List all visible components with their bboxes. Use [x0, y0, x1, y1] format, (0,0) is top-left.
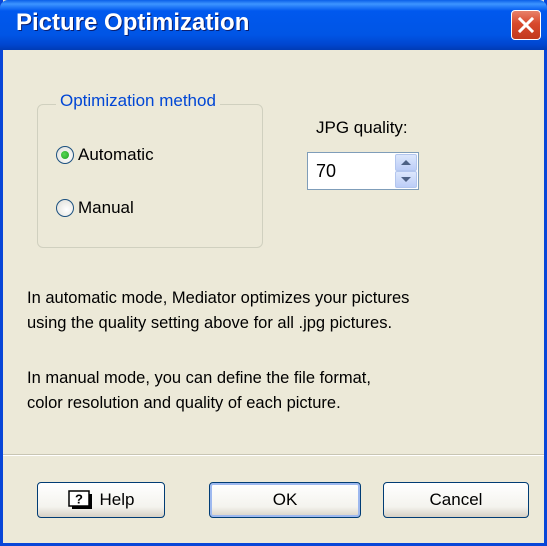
close-icon — [517, 16, 535, 34]
radio-automatic[interactable]: Automatic — [56, 145, 154, 165]
separator — [3, 454, 544, 456]
ok-button[interactable]: OK — [209, 482, 361, 518]
radio-manual-indicator[interactable] — [56, 199, 74, 217]
radio-manual-label[interactable]: Manual — [78, 198, 134, 218]
radio-automatic-label[interactable]: Automatic — [78, 145, 154, 165]
spin-down-button[interactable] — [395, 171, 417, 188]
radio-manual[interactable]: Manual — [56, 198, 134, 218]
title-bar[interactable]: Picture Optimization — [0, 0, 547, 50]
automatic-mode-line-2: using the quality setting above for all … — [27, 314, 393, 332]
ok-button-label: OK — [272, 490, 298, 509]
spin-down-icon — [401, 177, 411, 182]
jpg-quality-stepper[interactable]: 70 — [307, 152, 419, 190]
automatic-mode-line-1: In automatic mode, Mediator optimizes yo… — [27, 289, 410, 307]
radio-automatic-indicator[interactable] — [56, 146, 74, 164]
radio-selected-dot — [61, 151, 69, 159]
manual-mode-line-2: color resolution and quality of each pic… — [27, 394, 341, 412]
jpg-quality-label: JPG quality: — [316, 118, 408, 137]
manual-mode-line-1: In manual mode, you can define the file … — [27, 369, 371, 387]
svg-text:?: ? — [75, 492, 83, 507]
optimization-method-group: Optimization method Automatic Manual — [37, 91, 263, 248]
window-title: Picture Optimization — [16, 9, 250, 36]
spin-up-icon — [401, 160, 411, 165]
help-button-label: Help — [99, 490, 135, 509]
help-button[interactable]: ? Help — [37, 482, 165, 518]
close-button[interactable] — [511, 10, 541, 40]
jpg-quality-value[interactable]: 70 — [316, 161, 336, 182]
cancel-button-label: Cancel — [429, 490, 483, 509]
help-icon: ? — [67, 490, 92, 509]
dialog-window: Picture Optimization Optimization method… — [0, 0, 547, 546]
spin-up-button[interactable] — [395, 154, 417, 171]
cancel-button[interactable]: Cancel — [383, 482, 529, 518]
optimization-method-legend: Optimization method — [56, 91, 220, 111]
